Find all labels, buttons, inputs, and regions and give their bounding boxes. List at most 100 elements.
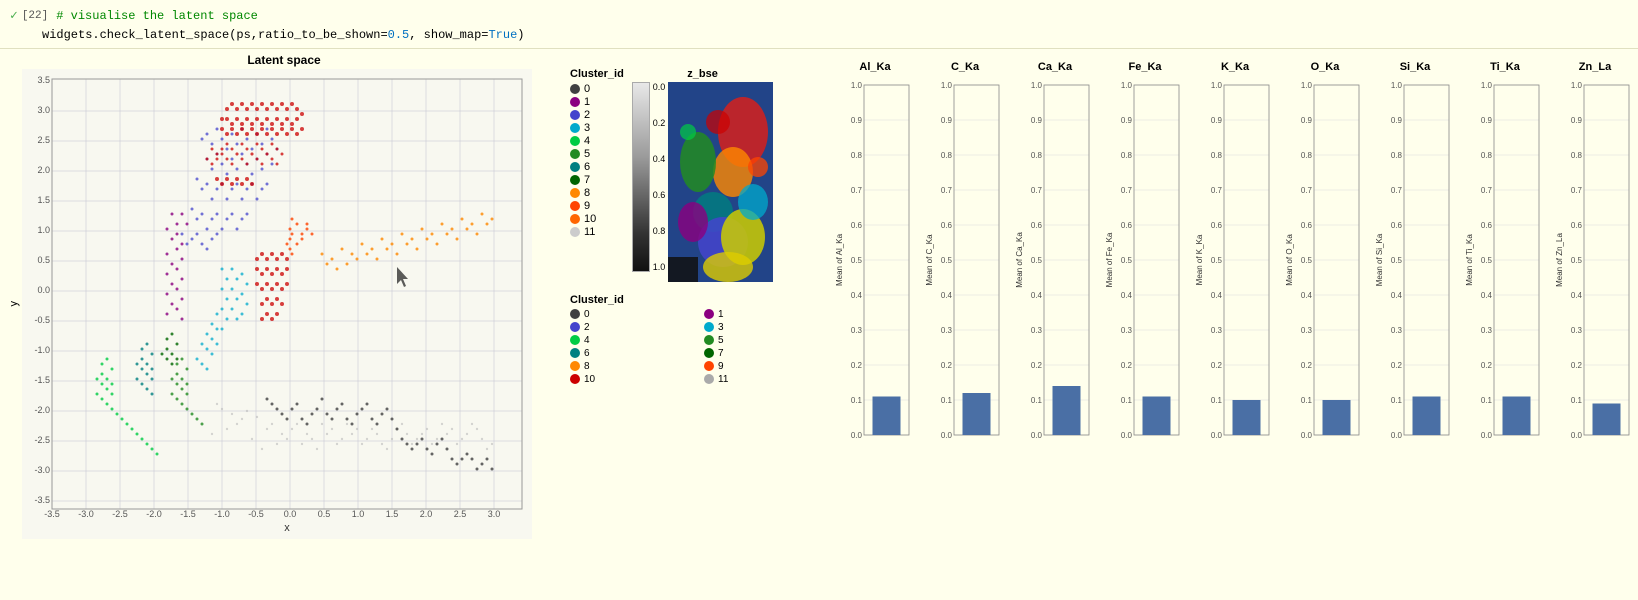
svg-text:0.1: 0.1 <box>1211 396 1223 405</box>
svg-text:0.0: 0.0 <box>1481 431 1493 440</box>
svg-text:0.2: 0.2 <box>941 361 953 370</box>
svg-text:0.1: 0.1 <box>1301 396 1313 405</box>
svg-text:0.1: 0.1 <box>851 396 863 405</box>
cluster-legend-top: Cluster_id 0 1 2 3 4 5 6 7 8 9 10 11 <box>570 68 624 282</box>
svg-text:0.5: 0.5 <box>1031 256 1043 265</box>
svg-text:Mean of Ti_Ka: Mean of Ti_Ka <box>1465 233 1474 285</box>
svg-text:0.5: 0.5 <box>37 255 50 265</box>
svg-text:0.4: 0.4 <box>1571 291 1583 300</box>
svg-text:0.2: 0.2 <box>851 361 863 370</box>
bar-chart-C_Ka: C_Ka0.00.10.20.30.40.50.60.70.80.91.0Mea… <box>920 61 1010 495</box>
svg-text:0.0: 0.0 <box>851 431 863 440</box>
svg-text:0.1: 0.1 <box>1121 396 1133 405</box>
svg-text:1.0: 1.0 <box>1211 81 1223 90</box>
svg-text:-3.5: -3.5 <box>34 495 50 505</box>
bar-chart-svg-Si_Ka: 0.00.10.20.30.40.50.60.70.80.91.0Mean of… <box>1374 75 1456 495</box>
svg-text:0.3: 0.3 <box>1031 326 1043 335</box>
svg-text:Mean of Al_Ka: Mean of Al_Ka <box>835 233 844 286</box>
cluster-legend-bottom-title: Cluster_id <box>570 294 830 306</box>
svg-text:0.4: 0.4 <box>941 291 953 300</box>
svg-text:0.2: 0.2 <box>1391 361 1403 370</box>
svg-text:-2.0: -2.0 <box>34 405 50 415</box>
svg-text:0.9: 0.9 <box>1391 116 1403 125</box>
svg-text:2.5: 2.5 <box>37 135 50 145</box>
bar-chart-title-O_Ka: O_Ka <box>1311 61 1340 73</box>
svg-text:0.6: 0.6 <box>1481 221 1493 230</box>
svg-text:0.5: 0.5 <box>318 509 331 519</box>
svg-text:-2.0: -2.0 <box>146 509 162 519</box>
svg-text:-1.0: -1.0 <box>214 509 230 519</box>
svg-text:0.4: 0.4 <box>851 291 863 300</box>
svg-text:2.0: 2.0 <box>37 165 50 175</box>
svg-text:0.5: 0.5 <box>1391 256 1403 265</box>
svg-text:Mean of Fe_Ka: Mean of Fe_Ka <box>1105 232 1114 287</box>
bar-chart-title-C_Ka: C_Ka <box>951 61 979 73</box>
svg-text:0.7: 0.7 <box>1301 186 1313 195</box>
svg-text:0.7: 0.7 <box>1571 186 1583 195</box>
svg-text:1.0: 1.0 <box>1481 81 1493 90</box>
cluster-legend-top-title: Cluster_id <box>570 68 624 80</box>
svg-text:0.4: 0.4 <box>1031 291 1043 300</box>
svg-text:1.0: 1.0 <box>37 225 50 235</box>
svg-text:0.0: 0.0 <box>1391 431 1403 440</box>
code-comment: # visualise the latent space <box>56 7 258 25</box>
svg-text:0.3: 0.3 <box>1211 326 1223 335</box>
svg-text:0.6: 0.6 <box>851 221 863 230</box>
svg-text:0.2: 0.2 <box>1571 361 1583 370</box>
svg-text:1.0: 1.0 <box>352 509 365 519</box>
bar-chart-title-K_Ka: K_Ka <box>1221 61 1249 73</box>
svg-text:1.0: 1.0 <box>941 81 953 90</box>
svg-text:1.0: 1.0 <box>1031 81 1043 90</box>
svg-text:-1.0: -1.0 <box>34 345 50 355</box>
svg-text:0.5: 0.5 <box>1481 256 1493 265</box>
svg-text:0.1: 0.1 <box>941 396 953 405</box>
svg-text:0.7: 0.7 <box>1031 186 1043 195</box>
svg-text:0.2: 0.2 <box>1301 361 1313 370</box>
svg-text:0.0: 0.0 <box>1571 431 1583 440</box>
svg-text:0.9: 0.9 <box>1031 116 1043 125</box>
svg-text:0.8: 0.8 <box>941 151 953 160</box>
scatter-title: Latent space <box>8 53 560 67</box>
code-func: widgets.check_latent_space(ps,ratio_to_b… <box>42 26 525 44</box>
svg-text:0.7: 0.7 <box>851 186 863 195</box>
bar-chart-O_Ka: O_Ka0.00.10.20.30.40.50.60.70.80.91.0Mea… <box>1280 61 1370 495</box>
scatter-plot: 3.5 3.0 2.5 2.0 1.5 1.0 0.5 0.0 -0.5 -1.… <box>22 69 532 539</box>
svg-text:0.0: 0.0 <box>1031 431 1043 440</box>
svg-text:-0.5: -0.5 <box>248 509 264 519</box>
bar-chart-svg-Ca_Ka: 0.00.10.20.30.40.50.60.70.80.91.0Mean of… <box>1014 75 1096 495</box>
svg-text:0.4: 0.4 <box>1121 291 1133 300</box>
svg-text:0.5: 0.5 <box>851 256 863 265</box>
svg-text:0.7: 0.7 <box>1121 186 1133 195</box>
svg-text:-2.5: -2.5 <box>34 435 50 445</box>
svg-text:0.7: 0.7 <box>941 186 953 195</box>
svg-text:0.8: 0.8 <box>851 151 863 160</box>
bar-chart-K_Ka: K_Ka 0.00.10.20.30.40.50.60.70.80.91.0Mea… <box>1190 61 1280 495</box>
bar-chart-Ca_Ka: Ca_Ka0.00.10.20.30.40.50.60.70.80.91.0Me… <box>1010 61 1100 495</box>
svg-text:0.5: 0.5 <box>941 256 953 265</box>
svg-text:0.3: 0.3 <box>1121 326 1133 335</box>
bar-chart-svg-K_Ka: 0.00.10.20.30.40.50.60.70.80.91.0Mean of… <box>1194 75 1276 495</box>
main-content: Latent space y <box>0 49 1638 594</box>
bar-charts-section: Al_Ka0.00.10.20.30.40.50.60.70.80.91.0Me… <box>830 53 1638 594</box>
svg-text:Mean of C_Ka: Mean of C_Ka <box>925 233 934 285</box>
svg-text:0.4: 0.4 <box>1481 291 1493 300</box>
svg-text:Mean of Zn_La: Mean of Zn_La <box>1555 232 1564 286</box>
svg-text:0.0: 0.0 <box>284 509 297 519</box>
svg-text:0.9: 0.9 <box>1571 116 1583 125</box>
bar-chart-svg-Zn_La: 0.00.10.20.30.40.50.60.70.80.91.0Mean of… <box>1554 75 1636 495</box>
svg-text:0.1: 0.1 <box>1031 396 1043 405</box>
svg-text:0.8: 0.8 <box>1301 151 1313 160</box>
svg-text:0.1: 0.1 <box>1571 396 1583 405</box>
svg-text:Mean of O_Ka: Mean of O_Ka <box>1285 233 1294 285</box>
svg-text:1.5: 1.5 <box>386 509 399 519</box>
svg-text:3.0: 3.0 <box>488 509 501 519</box>
svg-text:0.9: 0.9 <box>1481 116 1493 125</box>
svg-text:0.0: 0.0 <box>1121 431 1133 440</box>
cell-number: [22] <box>22 8 48 25</box>
svg-text:0.5: 0.5 <box>1571 256 1583 265</box>
svg-text:0.9: 0.9 <box>851 116 863 125</box>
svg-text:0.7: 0.7 <box>1211 186 1223 195</box>
svg-text:0.3: 0.3 <box>1481 326 1493 335</box>
svg-text:0.0: 0.0 <box>37 285 50 295</box>
svg-text:-0.5: -0.5 <box>34 315 50 325</box>
